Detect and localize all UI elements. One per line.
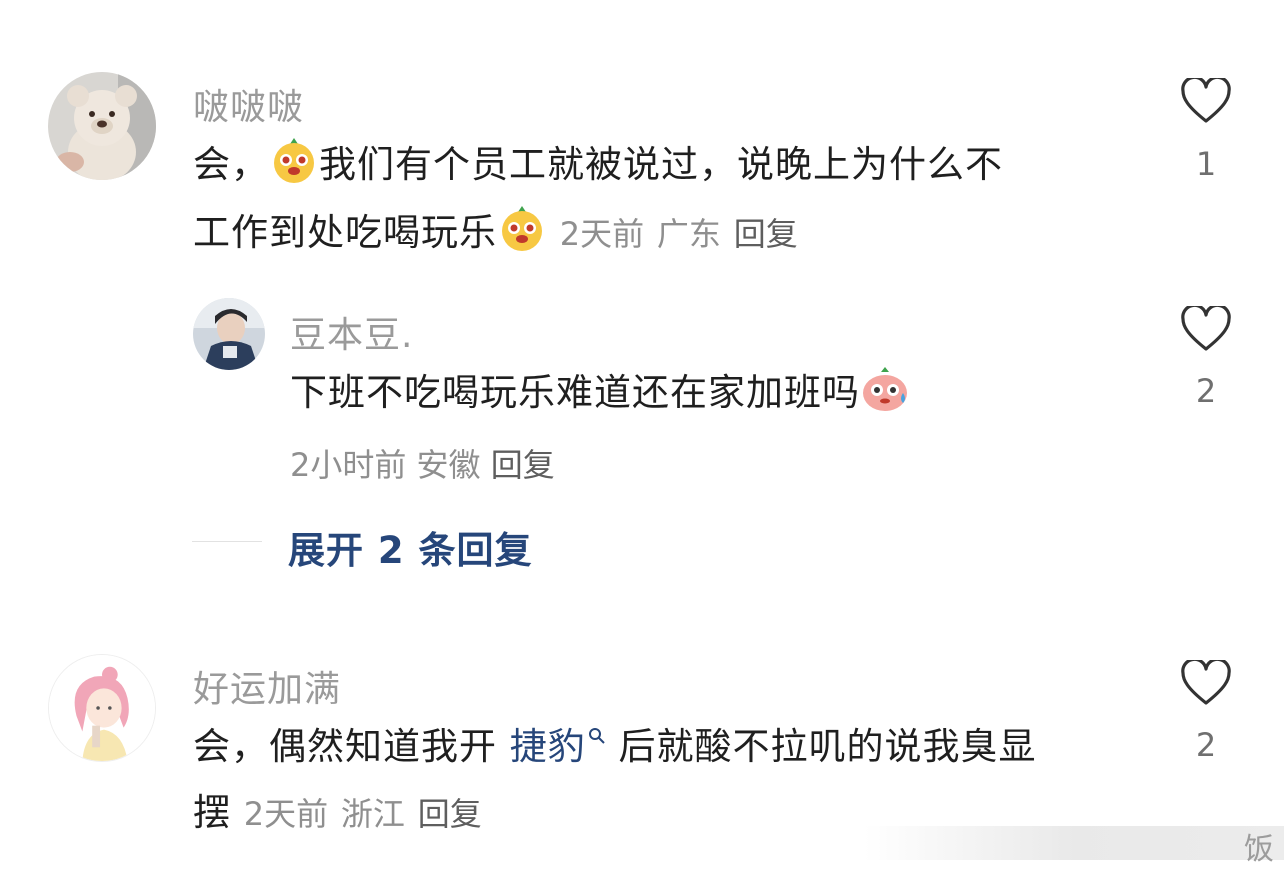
comment-location: 广东 [656, 215, 721, 253]
comment-time: 2天前 [243, 795, 329, 833]
comment-text-part: 下班不吃喝玩乐难道还在家加班吗 [290, 371, 860, 414]
like-heart-icon[interactable] [1181, 306, 1231, 352]
reply-button[interactable]: 回复 [418, 795, 482, 833]
comment-time: 2小时前 [290, 446, 407, 484]
expand-replies-button[interactable]: 展开 2 条回复 [288, 520, 533, 574]
comment-text-part: 摆 [193, 791, 231, 834]
avatar-doubendou[interactable] [193, 298, 265, 370]
username[interactable]: 好运加满 [193, 660, 341, 712]
comment-text-part: 会， [193, 143, 269, 186]
lemon-face-emoji [502, 206, 542, 251]
avatar-girl[interactable] [48, 654, 156, 762]
like-count: 1 [1195, 145, 1217, 183]
like-count: 2 [1195, 726, 1217, 764]
comment-text-part: 我们有个员工就被说过，说晚上为什么不 [319, 143, 1003, 186]
search-icon[interactable] [588, 727, 606, 745]
expand-divider [192, 541, 262, 542]
hashtag-link[interactable]: 捷豹 [510, 725, 586, 768]
like-heart-icon[interactable] [1181, 660, 1231, 706]
comment-meta: 2小时前 安徽 回复 [290, 440, 555, 486]
comment-location: 浙江 [340, 795, 405, 833]
watermark: 饭 [864, 826, 1284, 867]
like-heart-icon[interactable] [1181, 78, 1231, 124]
comment-text: 会，偶然知道我开 捷豹 后就酸不拉叽的说我臭显 [193, 713, 1037, 781]
comment-text-part: 工作到处吃喝玩乐 [193, 211, 497, 254]
reply-button[interactable]: 回复 [491, 446, 555, 484]
sweating-face-emoji [863, 367, 907, 411]
lemon-face-emoji [274, 138, 314, 183]
comment-text-line2: 摆 2天前 浙江 回复 [193, 779, 482, 848]
comment-time: 2天前 [559, 215, 645, 253]
username[interactable]: 豆本豆. [290, 306, 413, 358]
username[interactable]: 啵啵啵 [193, 78, 304, 130]
like-count: 2 [1195, 372, 1217, 410]
comment-text-part: 后就酸不拉叽的说我臭显 [618, 725, 1037, 768]
avatar-bear[interactable] [48, 72, 156, 180]
comment-text: 下班不吃喝玩乐难道还在家加班吗 [290, 359, 910, 427]
comment-text-part: 会，偶然知道我开 [193, 725, 497, 768]
comment-location: 安徽 [416, 446, 481, 484]
reply-button[interactable]: 回复 [734, 215, 798, 253]
comment-text: 会， 我们有个员工就被说过，说晚上为什么不 [193, 131, 1003, 199]
watermark-text: 饭 [1244, 832, 1274, 867]
comment-text-line2: 工作到处吃喝玩乐 2天前 广东 回复 [193, 199, 798, 268]
